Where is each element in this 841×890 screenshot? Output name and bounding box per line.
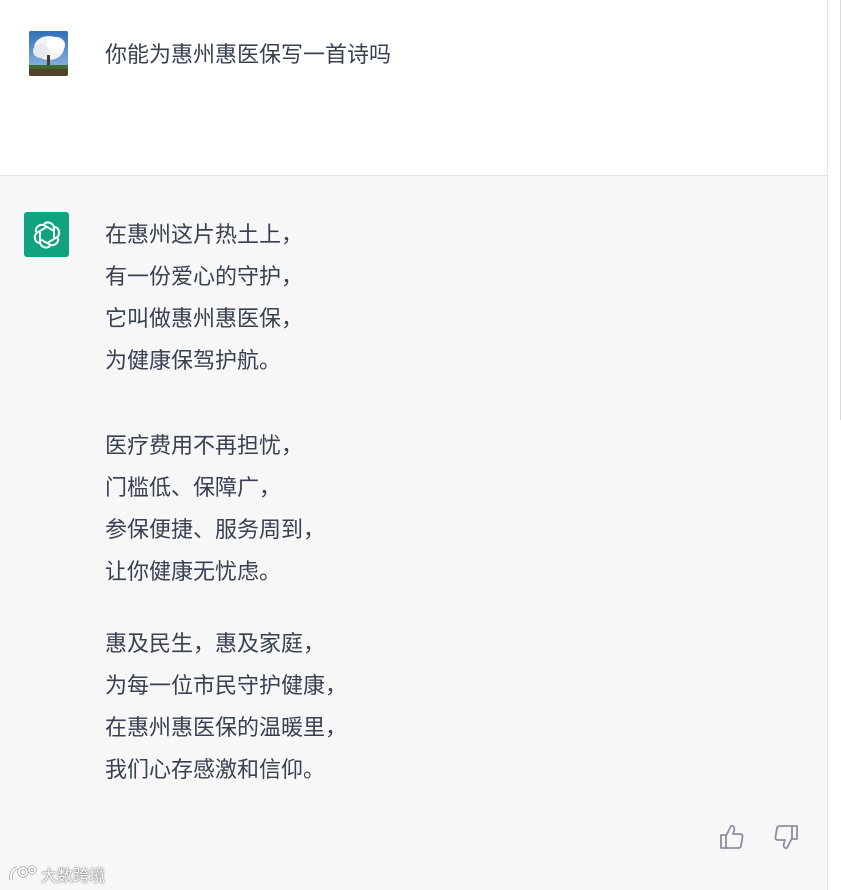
user-avatar (29, 31, 68, 76)
assistant-message-row: 在惠州这片热土上， 有一份爱心的守护， 它叫做惠州惠医保， 为健康保驾护航。 医… (0, 176, 827, 890)
poem-line: 为每一位市民守护健康， (105, 674, 348, 699)
poem-line: 它叫做惠州惠医保， (105, 307, 304, 332)
thumbs-down-button[interactable] (773, 822, 799, 852)
poem-line: 门槛低、保障广， (105, 476, 282, 501)
thumbs-down-icon (774, 825, 798, 850)
watermark: 大数跨境 (8, 862, 105, 886)
watermark-logo-icon (9, 865, 37, 881)
poem-line: 参保便捷、服务周到， (105, 518, 326, 543)
thumbs-up-button[interactable] (719, 822, 745, 852)
chatgpt-logo-icon (24, 212, 69, 257)
poem-line: 有一份爱心的守护， (105, 265, 304, 290)
poem-line: 惠及民生，惠及家庭， (105, 632, 326, 657)
poem-line: 为健康保驾护航。 (105, 349, 282, 374)
thumbs-up-icon (720, 824, 744, 849)
chat-page: 你能为惠州惠医保写一首诗吗 在惠州这片热土上， 有一份爱心的守护， 它叫做惠州惠… (0, 0, 841, 890)
poem-line: 在惠州这片热土上， (105, 223, 304, 248)
user-message-text: 你能为惠州惠医保写一首诗吗 (105, 43, 392, 68)
watermark-text: 大数跨境 (41, 866, 106, 885)
content-right-divider (827, 0, 828, 890)
poem-line: 我们心存感激和信仰。 (105, 758, 326, 783)
poem-line: 在惠州惠医保的温暖里， (105, 716, 348, 741)
user-message-row: 你能为惠州惠医保写一首诗吗 (0, 0, 827, 176)
poem-stanza-2: 医疗费用不再担忧， 门槛低、保障广， 参保便捷、服务周到， 让你健康无忧虑。 (105, 426, 325, 594)
poem-line: 让你健康无忧虑。 (105, 560, 282, 585)
poem-stanza-1: 在惠州这片热土上， 有一份爱心的守护， 它叫做惠州惠医保， 为健康保驾护航。 (105, 215, 303, 383)
poem-line: 医疗费用不再担忧， (105, 434, 304, 459)
poem-stanza-3: 惠及民生，惠及家庭， 为每一位市民守护健康， 在惠州惠医保的温暖里， 我们心存感… (105, 624, 347, 792)
